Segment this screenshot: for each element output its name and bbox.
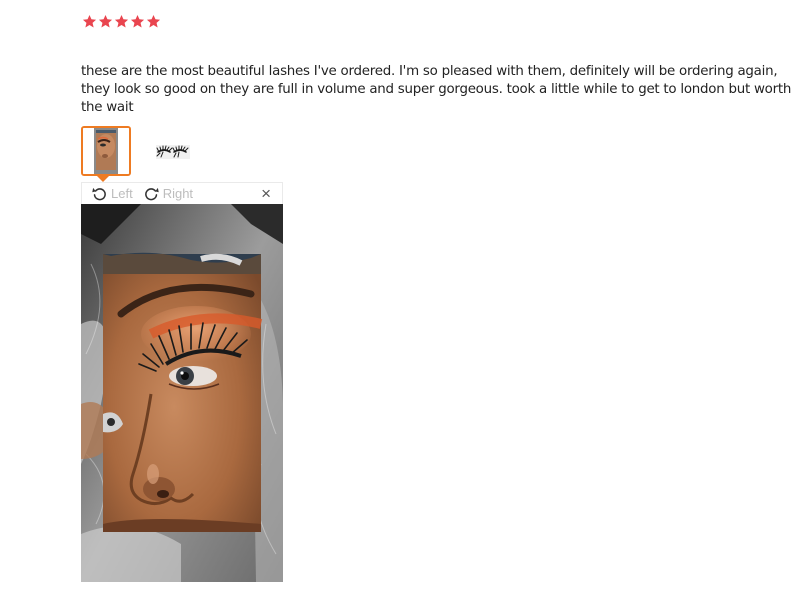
rotate-right-icon: [143, 185, 160, 202]
review-photo-thumbnails: [81, 126, 193, 176]
star-icon: [98, 14, 113, 29]
thumbnail-photo-lashes[interactable]: [143, 126, 193, 176]
face-photo-large: [81, 204, 283, 582]
star-icon: [146, 14, 161, 29]
review-text: these are the most beautiful lashes I've…: [81, 64, 792, 115]
rotate-left-icon: [91, 185, 108, 202]
rotate-left-button[interactable]: Left: [91, 185, 133, 202]
review-item: these are the most beautiful lashes I've…: [0, 0, 798, 598]
photo-viewer-toolbar: Left Right ×: [81, 182, 283, 204]
star-icon: [114, 14, 129, 29]
star-rating: [82, 14, 161, 29]
rotate-right-label: Right: [162, 186, 194, 201]
rotate-right-button[interactable]: Right: [143, 185, 193, 202]
active-thumbnail-pointer: [96, 175, 110, 182]
close-icon[interactable]: ×: [261, 184, 271, 204]
face-photo-thumbnail-image: [83, 128, 129, 174]
rotate-left-label: Left: [111, 186, 133, 201]
star-icon: [82, 14, 97, 29]
photo-viewer-image: [81, 204, 283, 582]
star-icon: [130, 14, 145, 29]
lashes-photo-thumbnail-image: [143, 126, 193, 176]
thumbnail-photo-face[interactable]: [81, 126, 131, 176]
photo-viewer: Left Right ×: [81, 182, 283, 582]
